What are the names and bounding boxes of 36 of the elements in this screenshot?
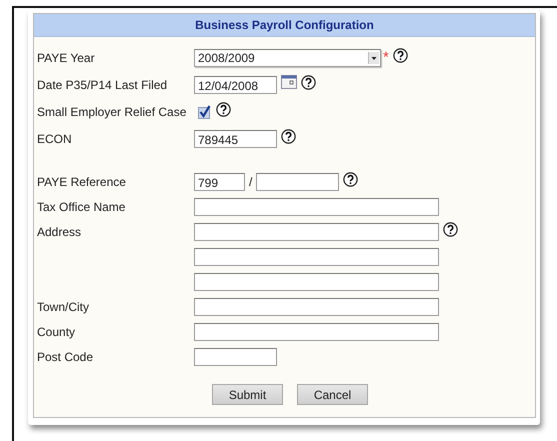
input-field[interactable] xyxy=(194,322,439,340)
input-field[interactable] xyxy=(194,198,439,216)
input-field[interactable] xyxy=(194,272,439,290)
field-label: Date P35/P14 Last Filed xyxy=(37,78,168,92)
help-icon[interactable] xyxy=(301,74,316,90)
help-icon[interactable] xyxy=(216,102,231,116)
help-icon[interactable] xyxy=(343,172,358,186)
field-label: County xyxy=(37,324,76,338)
separator: / xyxy=(249,174,252,188)
date-field[interactable]: 12/04/2008 xyxy=(194,76,277,94)
panel-title: Business Payroll Configuration xyxy=(34,14,535,37)
cancel-button[interactable]: Cancel xyxy=(297,384,368,405)
input-field[interactable] xyxy=(194,298,439,316)
field-label: PAYE Year xyxy=(37,50,95,64)
help-icon[interactable] xyxy=(281,128,296,144)
caret-icon xyxy=(368,52,379,64)
help-icon[interactable] xyxy=(392,48,408,62)
field-label: Town/City xyxy=(37,300,90,314)
field-label: Post Code xyxy=(37,350,94,364)
input-field[interactable] xyxy=(194,222,439,240)
field-label: Small Employer Relief Case xyxy=(37,104,186,118)
reference-field[interactable] xyxy=(256,172,340,190)
help-icon[interactable] xyxy=(443,222,458,236)
required-mark: * xyxy=(383,52,389,64)
field-label: ECON xyxy=(37,132,72,146)
field-label: Tax Office Name xyxy=(37,200,126,214)
input-field[interactable] xyxy=(194,348,277,366)
calendar-icon[interactable] xyxy=(281,74,297,88)
checkbox[interactable] xyxy=(198,104,212,118)
year-dropdown[interactable]: 2008/2009 xyxy=(194,48,381,66)
submit-button[interactable]: Submit xyxy=(212,384,283,405)
field-label: PAYE Reference xyxy=(37,174,126,188)
reference-field[interactable]: 799 xyxy=(194,172,245,190)
input-field[interactable]: 789445 xyxy=(194,130,277,148)
input-field[interactable] xyxy=(194,248,439,266)
field-label: Address xyxy=(37,224,82,238)
